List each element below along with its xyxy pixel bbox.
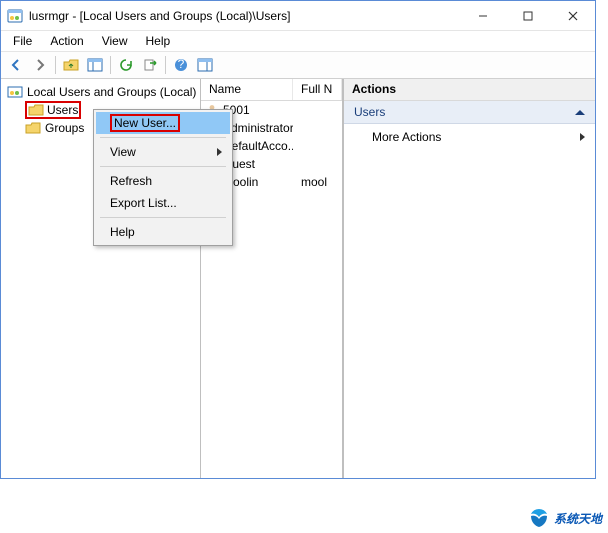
help-button[interactable]: ? <box>170 54 192 76</box>
client-area: Local Users and Groups (Local) Users Gro… <box>1 79 595 478</box>
context-view-label: View <box>110 145 136 159</box>
app-icon <box>7 8 23 24</box>
actions-group-label: Users <box>354 105 385 119</box>
watermark: 系统天地 <box>528 507 602 529</box>
svg-text:?: ? <box>178 58 185 71</box>
actions-more-label: More Actions <box>372 130 441 144</box>
menu-separator <box>100 217 226 218</box>
tree-users-label: Users <box>47 103 78 117</box>
actions-group-users[interactable]: Users <box>344 101 595 124</box>
menu-separator <box>100 166 226 167</box>
watermark-text: 系统天地 <box>554 510 602 527</box>
chevron-right-icon <box>217 148 222 156</box>
column-fullname[interactable]: Full N <box>293 79 342 100</box>
maximize-button[interactable] <box>505 1 550 30</box>
tree-groups-label: Groups <box>45 121 84 135</box>
column-name[interactable]: Name <box>201 79 293 100</box>
close-button[interactable] <box>550 1 595 30</box>
refresh-button[interactable] <box>115 54 137 76</box>
tree-root-label: Local Users and Groups (Local) <box>27 85 196 99</box>
menubar: File Action View Help <box>1 31 595 51</box>
menu-file[interactable]: File <box>5 32 40 50</box>
up-folder-button[interactable] <box>60 54 82 76</box>
forward-button[interactable] <box>29 54 51 76</box>
context-export-label: Export List... <box>110 196 177 210</box>
tree-root[interactable]: Local Users and Groups (Local) <box>3 83 198 101</box>
list-item-full: mool <box>293 175 342 189</box>
context-export[interactable]: Export List... <box>96 192 230 214</box>
context-help-label: Help <box>110 225 135 239</box>
watermark-icon <box>528 507 550 529</box>
context-refresh[interactable]: Refresh <box>96 170 230 192</box>
folder-icon <box>25 121 41 135</box>
list-item-name: Administrator <box>223 121 293 135</box>
context-menu: New User... View Refresh Export List... … <box>93 109 233 246</box>
actions-more[interactable]: More Actions <box>344 124 595 150</box>
menu-separator <box>100 137 226 138</box>
titlebar: lusrmgr - [Local Users and Groups (Local… <box>1 1 595 31</box>
minimize-button[interactable] <box>460 1 505 30</box>
back-button[interactable] <box>5 54 27 76</box>
highlight-box: Users <box>25 101 81 119</box>
window-title: lusrmgr - [Local Users and Groups (Local… <box>29 9 460 23</box>
menu-action[interactable]: Action <box>42 32 91 50</box>
list-header: Name Full N <box>201 79 342 101</box>
menu-view[interactable]: View <box>94 32 136 50</box>
collapse-icon <box>575 110 585 115</box>
context-refresh-label: Refresh <box>110 174 152 188</box>
folder-icon <box>28 103 44 117</box>
context-new-user-label: New User... <box>114 116 176 130</box>
menu-help[interactable]: Help <box>138 32 179 50</box>
chevron-right-icon <box>580 133 585 141</box>
context-view[interactable]: View <box>96 141 230 163</box>
export-list-button[interactable] <box>139 54 161 76</box>
show-hide-tree-button[interactable] <box>84 54 106 76</box>
toolbar: ? <box>1 51 595 79</box>
toolbar-separator <box>55 56 56 74</box>
show-action-pane-button[interactable] <box>194 54 216 76</box>
window-buttons <box>460 1 595 30</box>
toolbar-separator <box>165 56 166 74</box>
main-window: lusrmgr - [Local Users and Groups (Local… <box>0 0 596 479</box>
highlight-box: New User... <box>110 114 180 132</box>
context-new-user[interactable]: New User... <box>96 112 230 134</box>
context-help[interactable]: Help <box>96 221 230 243</box>
actions-header: Actions <box>344 79 595 101</box>
toolbar-separator <box>110 56 111 74</box>
console-root-icon <box>7 85 23 99</box>
list-item-name: DefaultAcco... <box>223 139 293 153</box>
actions-pane: Actions Users More Actions <box>343 79 595 478</box>
